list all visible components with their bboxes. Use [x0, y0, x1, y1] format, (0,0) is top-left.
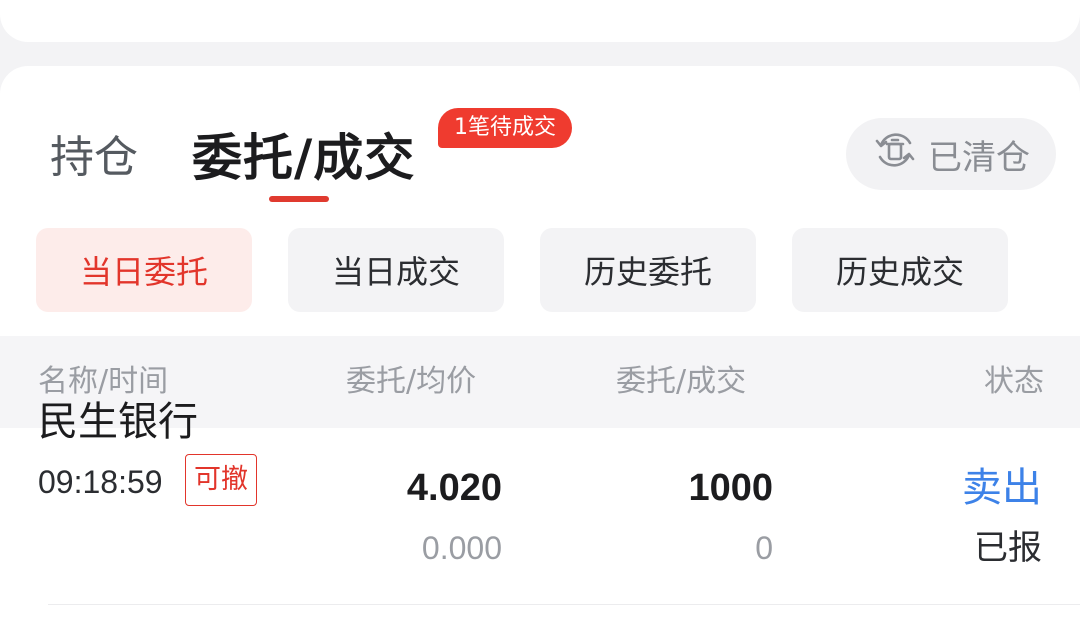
- order-price: 4.020: [406, 467, 502, 509]
- filter-history-trades[interactable]: 历史成交: [792, 228, 1008, 312]
- active-tab-indicator: [269, 196, 329, 202]
- filter-today-orders[interactable]: 当日委托: [36, 228, 252, 312]
- cancelable-tag[interactable]: 可撤: [185, 454, 257, 506]
- filter-today-trades[interactable]: 当日成交: [288, 228, 504, 312]
- average-price: 0.000: [421, 530, 502, 566]
- top-card: [0, 0, 1080, 42]
- cleared-positions-label: 已清仓: [928, 137, 1030, 178]
- header-name-time: 名称/时间: [38, 364, 169, 399]
- pending-orders-badge: 1笔待成交: [438, 108, 572, 148]
- tab-orders-trades[interactable]: 委托/成交: [192, 128, 415, 188]
- row-divider: [48, 604, 1080, 605]
- stock-name: 民生银行: [38, 399, 198, 445]
- filter-history-orders[interactable]: 历史委托: [540, 228, 756, 312]
- order-state: 已报: [974, 528, 1042, 568]
- order-time: 09:18:59: [38, 464, 163, 500]
- order-direction: 卖出: [962, 465, 1042, 511]
- filled-quantity: 0: [755, 530, 773, 566]
- header-order-quantity: 委托/成交: [616, 364, 747, 399]
- cleared-positions-button[interactable]: 已清仓: [846, 118, 1056, 190]
- header-order-price: 委托/均价: [346, 364, 477, 399]
- cleared-history-icon: [872, 127, 918, 182]
- header-status: 状态: [984, 364, 1044, 399]
- orders-card: 持仓 委托/成交 1笔待成交 已清仓 当日委托 当日成交 历史委托 历史成交 名…: [0, 66, 1080, 626]
- tab-positions[interactable]: 持仓: [50, 130, 138, 186]
- order-quantity: 1000: [688, 467, 773, 509]
